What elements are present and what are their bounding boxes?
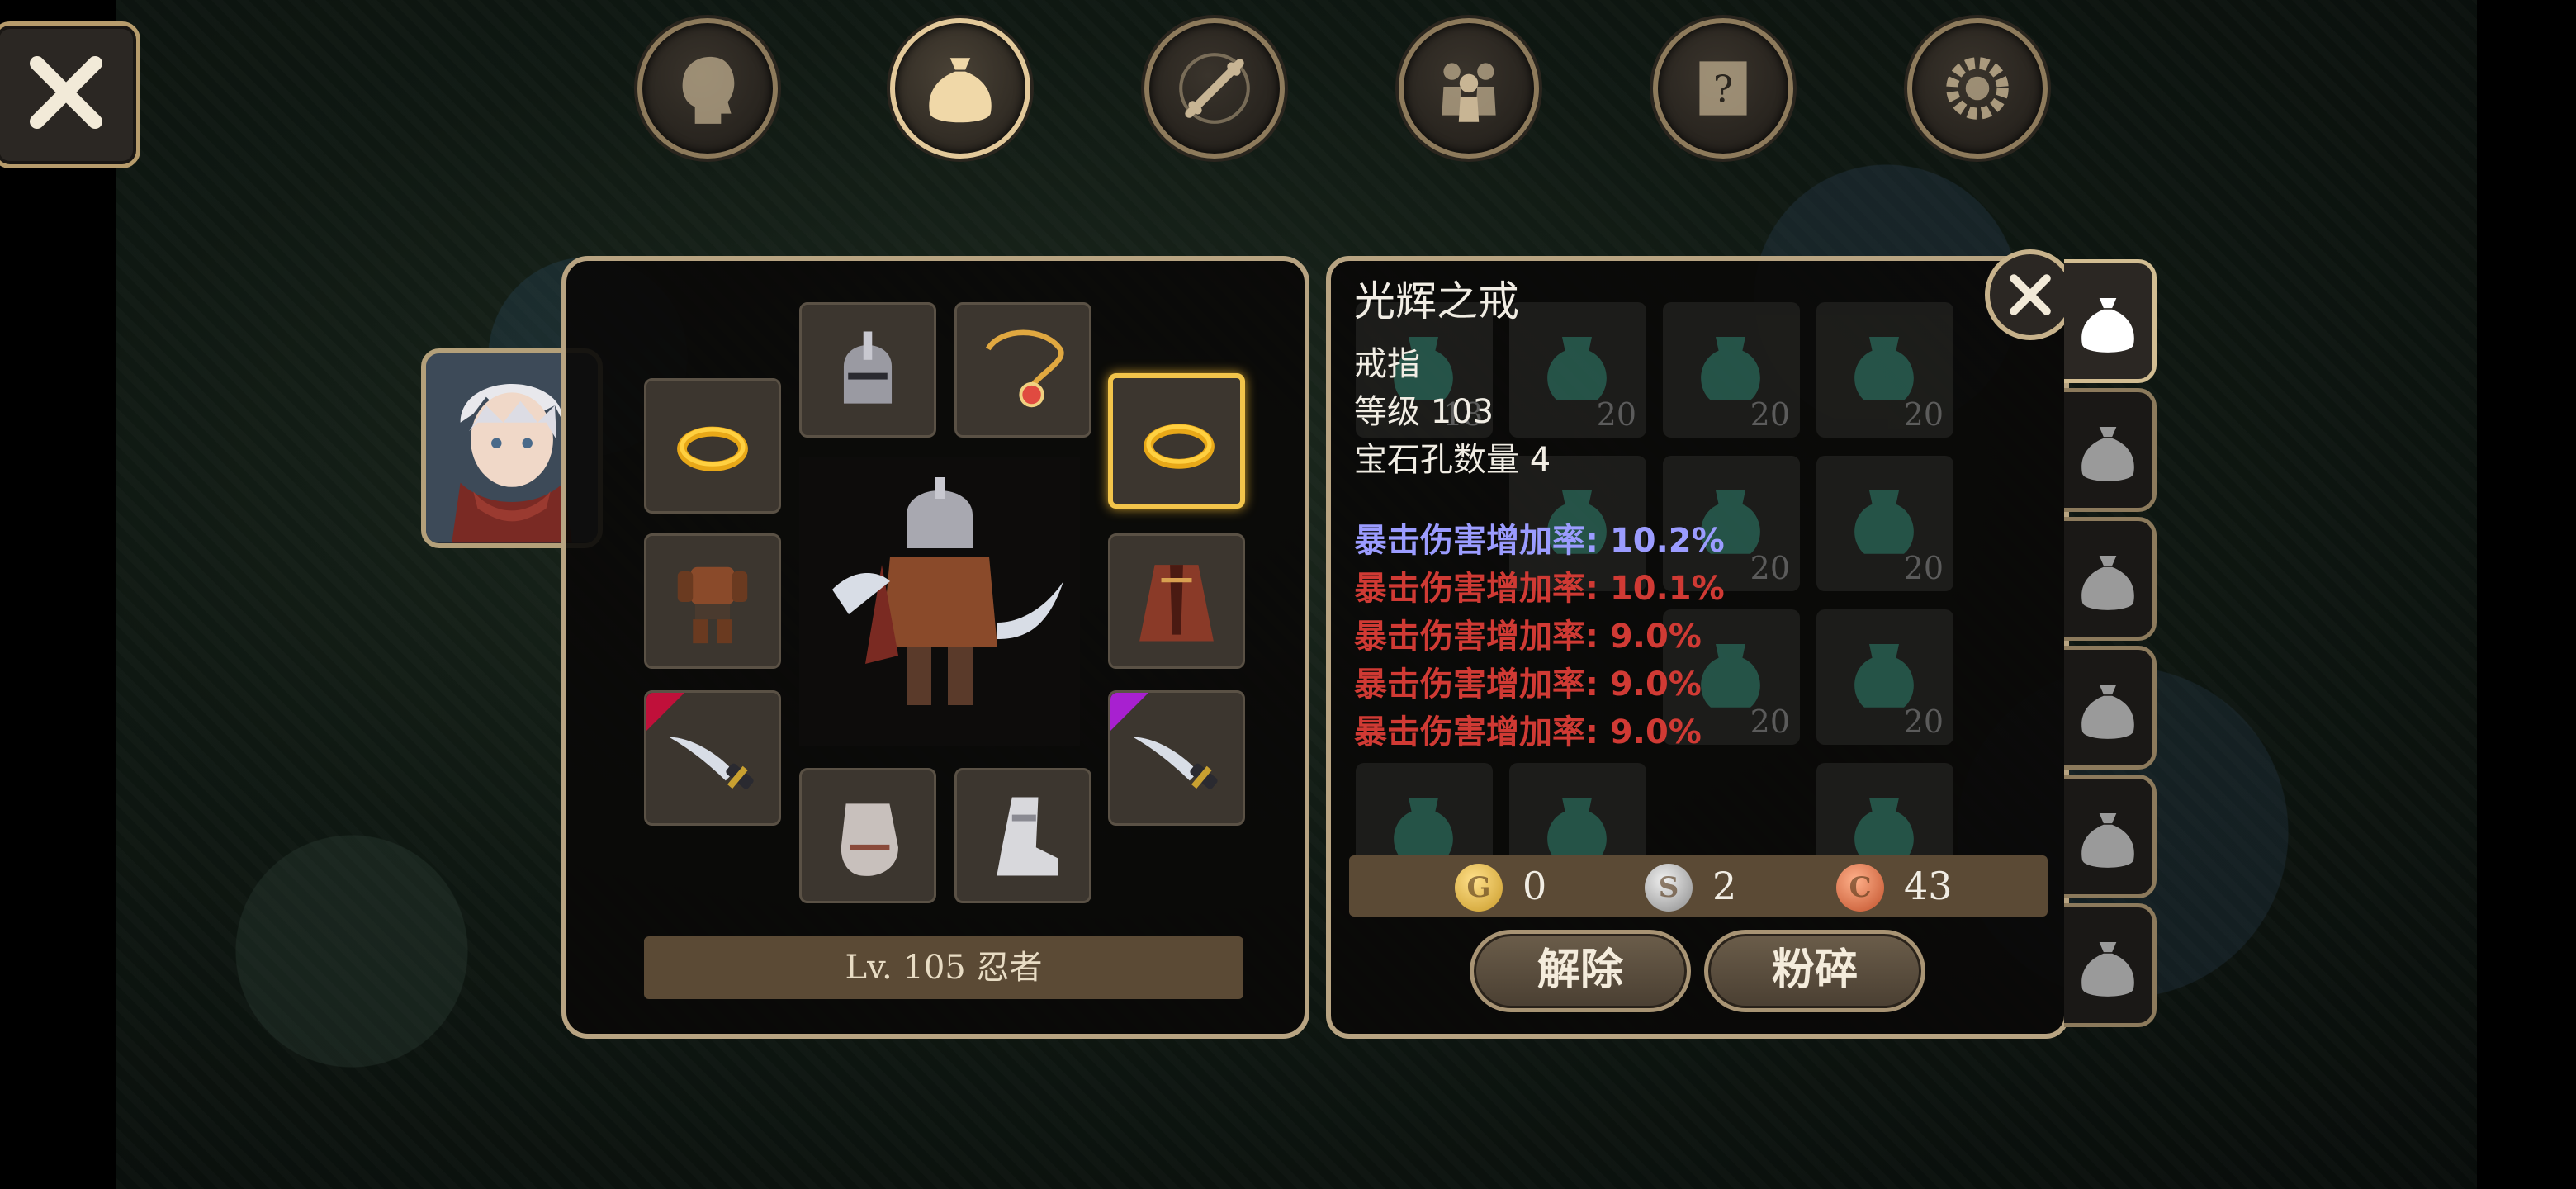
tab-settings[interactable] — [1907, 18, 2048, 159]
item-stat: 暴击伤害增加率: 9.0% — [1354, 713, 1702, 751]
item-stat: 暴击伤害增加率: 10.1% — [1354, 570, 1725, 608]
silver-coin-icon: S — [1645, 864, 1693, 912]
bag-icon — [2081, 427, 2134, 481]
necklace-icon — [985, 329, 1064, 408]
tab-inventory[interactable] — [890, 18, 1030, 159]
svg-text:?: ? — [1713, 67, 1733, 111]
tab-skills[interactable] — [1144, 18, 1285, 159]
slot-helmet[interactable] — [799, 302, 936, 438]
bag-tab-4[interactable] — [2064, 646, 2157, 770]
slot-boots[interactable] — [954, 768, 1091, 903]
gear-icon — [1946, 57, 2009, 120]
silver-amount: 2 — [1712, 864, 1737, 908]
slot-cloak[interactable] — [1108, 533, 1245, 669]
item-details: 光辉之戒 戒指 等级 103 宝石孔数量 4 暴击伤害增加率: 10.2% 暴击… — [1354, 277, 1982, 756]
currency-bar: G 0 S 2 C 43 — [1349, 855, 2048, 917]
party-icon — [1442, 63, 1496, 122]
tab-quests[interactable]: ? — [1653, 18, 1793, 159]
bag-icon — [2081, 685, 2134, 739]
bag-icon — [2081, 298, 2134, 353]
ninja-sprite — [832, 477, 1063, 705]
close-icon — [2010, 274, 2051, 315]
bag-tab-5[interactable] — [2064, 775, 2157, 898]
dagger-icon — [669, 737, 754, 789]
slot-ring-right[interactable] — [1108, 373, 1245, 509]
copper-amount: 43 — [1904, 864, 1953, 908]
item-stat: 暴击伤害增加率: 10.2% — [1354, 522, 1725, 560]
gold-ring-icon — [677, 426, 748, 471]
gold-amount: 0 — [1522, 864, 1547, 908]
bag-tab-1[interactable] — [2064, 259, 2157, 383]
left-letterbox — [0, 0, 116, 1189]
gold-coin-icon: G — [1455, 864, 1503, 912]
head-icon — [682, 56, 735, 124]
slot-weapon-right[interactable] — [1108, 690, 1245, 826]
dagger-icon — [1133, 737, 1218, 789]
close-icon — [30, 56, 102, 129]
crossed-swords-icon — [1179, 53, 1250, 124]
item-stat: 暴击伤害增加率: 9.0% — [1354, 618, 1702, 656]
item-stat: 暴击伤害增加率: 9.0% — [1354, 666, 1702, 703]
item-type: 戒指 — [1354, 345, 1420, 383]
gold-ring-icon — [1144, 424, 1215, 469]
slot-armor[interactable] — [644, 533, 781, 669]
bag-icon — [2081, 813, 2134, 868]
tab-party[interactable] — [1399, 18, 1539, 159]
slot-ring-left[interactable] — [644, 378, 781, 514]
slot-gloves[interactable] — [799, 768, 936, 903]
scroll-icon: ? — [1699, 61, 1747, 116]
slot-weapon-left[interactable] — [644, 690, 781, 826]
unequip-button[interactable]: 解除 — [1470, 930, 1691, 1012]
item-name: 光辉之戒 — [1354, 277, 1519, 325]
equipment-panel: Lv. 105 忍者 — [561, 256, 1309, 1039]
bag-tab-6[interactable] — [2064, 903, 2157, 1027]
bag-icon — [2081, 556, 2134, 610]
slot-necklace[interactable] — [954, 302, 1091, 438]
cloak-icon — [1139, 565, 1214, 642]
tab-character[interactable] — [637, 18, 778, 159]
bag-icon — [2081, 942, 2134, 997]
close-detail-button[interactable] — [1985, 249, 2076, 340]
armor-icon — [677, 566, 748, 644]
character-preview — [799, 457, 1080, 746]
right-letterbox — [2477, 0, 2576, 1189]
gauntlet-icon — [841, 803, 898, 876]
close-menu-button[interactable] — [0, 21, 140, 168]
item-sockets: 宝石孔数量 4 — [1354, 441, 1551, 479]
boot-icon — [997, 797, 1058, 876]
bag-tab-3[interactable] — [2064, 517, 2157, 641]
bag-tab-2[interactable] — [2064, 388, 2157, 512]
copper-coin-icon: C — [1836, 864, 1884, 912]
character-level-label: Lv. 105 忍者 — [644, 936, 1243, 999]
smash-button[interactable]: 粉碎 — [1704, 930, 1925, 1012]
item-level: 等级 103 — [1354, 393, 1494, 431]
helmet-icon — [843, 331, 893, 404]
bag-icon — [929, 58, 992, 123]
